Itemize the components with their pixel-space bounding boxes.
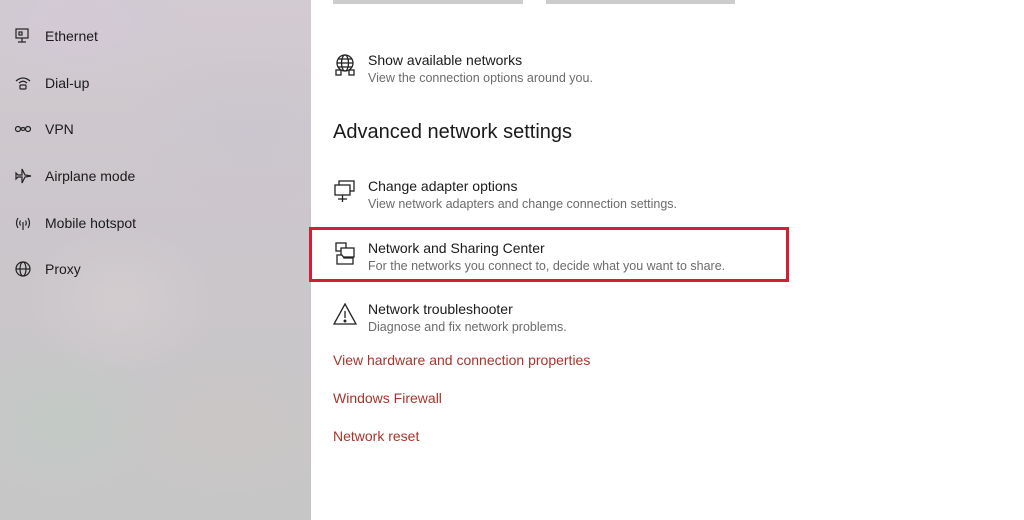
sidebar-item-mobile-hotspot[interactable]: Mobile hotspot [0,199,311,246]
top-button-left[interactable] [333,0,523,4]
settings-window: Ethernet Dial-up VPN Airplane mode Mobil… [0,0,1024,520]
sidebar-item-dial-up[interactable]: Dial-up [0,60,311,107]
sidebar-item-label: VPN [45,121,74,138]
globe-icon [13,259,33,279]
row-description: View the connection options around you. [368,71,593,85]
sidebar-item-ethernet[interactable]: Ethernet [0,13,311,60]
row-description: View network adapters and change connect… [368,197,677,211]
sidebar-item-label: Ethernet [45,28,98,45]
globe-network-icon [333,53,357,77]
ethernet-icon [13,26,33,46]
change-adapter-options[interactable]: Change adapter options View network adap… [333,178,677,213]
network-reset-link[interactable]: Network reset [333,428,419,444]
airplane-icon [13,166,33,186]
warning-icon [333,302,357,326]
monitor-adapter-icon [333,179,357,203]
row-text: Network troubleshooter Diagnose and fix … [368,301,567,336]
view-hardware-properties-link[interactable]: View hardware and connection properties [333,352,590,368]
row-description: Diagnose and fix network problems. [368,320,567,334]
sidebar-item-label: Proxy [45,261,81,278]
sidebar-item-vpn[interactable]: VPN [0,106,311,153]
main-content: Show available networks View the connect… [309,0,1024,520]
sidebar-item-proxy[interactable]: Proxy [0,246,311,293]
row-title: Network troubleshooter [368,301,513,317]
dial-up-icon [13,73,33,93]
vpn-icon [13,119,33,139]
advanced-network-settings-heading: Advanced network settings [333,121,573,143]
sidebar-nav: Ethernet Dial-up VPN Airplane mode Mobil… [0,13,311,293]
sidebar: Ethernet Dial-up VPN Airplane mode Mobil… [0,0,311,520]
row-title: Change adapter options [368,178,518,194]
show-available-networks-option[interactable]: Show available networks View the connect… [333,52,593,87]
windows-firewall-link[interactable]: Windows Firewall [333,390,442,406]
highlight-box [309,227,789,282]
hotspot-icon [13,213,33,233]
row-text: Change adapter options View network adap… [368,178,677,213]
sidebar-item-airplane-mode[interactable]: Airplane mode [0,153,311,200]
sidebar-item-label: Mobile hotspot [45,214,137,231]
row-title: Show available networks [368,52,523,68]
sidebar-item-label: Airplane mode [45,168,136,185]
sidebar-item-label: Dial-up [45,74,90,91]
row-text: Show available networks View the connect… [368,52,593,87]
network-troubleshooter[interactable]: Network troubleshooter Diagnose and fix … [333,301,567,336]
top-button-right[interactable] [546,0,735,4]
